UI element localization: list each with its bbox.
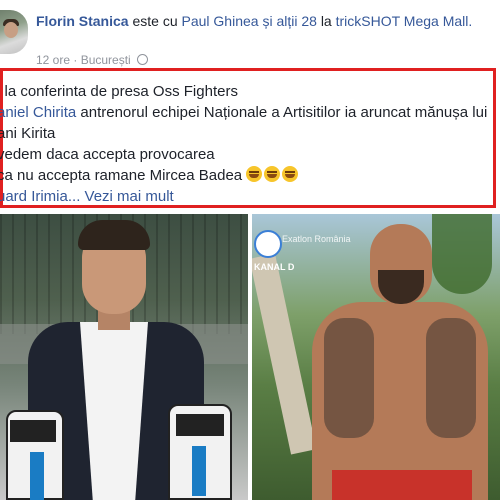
mentioned-person[interactable]: aniel Chirita xyxy=(0,104,76,121)
post-line-2-rest: antrenorul echipei Naționale a Artisitil… xyxy=(76,104,488,121)
tattoo-right xyxy=(426,318,476,438)
at-text: la xyxy=(320,13,332,29)
channel-label: KANAL D xyxy=(254,262,295,272)
palm-leaves xyxy=(432,214,492,294)
post-photos: Exatlon România KANAL D xyxy=(0,214,500,500)
photo-left[interactable] xyxy=(0,214,248,500)
glove-label-right xyxy=(176,414,224,436)
mentioned-person-2[interactable]: uard Irimia xyxy=(0,188,68,205)
post-line-4: vedem daca accepta provocarea xyxy=(0,146,215,163)
photo-right[interactable]: Exatlon România KANAL D xyxy=(252,214,500,500)
globe-icon xyxy=(137,54,149,65)
others-count[interactable]: și alții 28 xyxy=(262,13,316,29)
see-more-link[interactable]: ... Vezi mai mult xyxy=(68,188,174,205)
laughing-emoji-icon xyxy=(264,166,281,182)
post-header: Florin Stanica este cu Paul Ghinea și al… xyxy=(0,0,500,68)
post-text-highlight: i la conferinta de presa Oss Fighters an… xyxy=(0,68,496,208)
palm-trunk xyxy=(252,253,317,455)
avatar-face xyxy=(4,22,18,38)
post-meta: 12 ore · București xyxy=(36,53,149,67)
post-time[interactable]: 12 ore xyxy=(36,53,70,67)
avatar[interactable] xyxy=(0,10,28,54)
man-shorts xyxy=(332,470,472,500)
post-line-5: ca nu accepta ramane Mircea Badea xyxy=(0,165,487,186)
with-text: este cu xyxy=(132,13,178,29)
kanal-d-logo-icon xyxy=(254,230,282,258)
tattoo-left xyxy=(324,318,374,438)
tagged-person[interactable]: Paul Ghinea xyxy=(182,13,259,29)
laughing-emoji-icon xyxy=(282,166,299,182)
place-name[interactable]: trickSHOT Mega Mall. xyxy=(336,13,473,29)
post-text: i la conferinta de presa Oss Fighters an… xyxy=(0,81,487,207)
post-line-6: uard Irimia... Vezi mai mult xyxy=(0,186,487,207)
post-line-5-text: ca nu accepta ramane Mircea Badea xyxy=(0,167,243,184)
author-name[interactable]: Florin Stanica xyxy=(36,13,129,29)
header-line: Florin Stanica este cu Paul Ghinea și al… xyxy=(36,10,496,32)
post-line-1: i la conferinta de presa Oss Fighters xyxy=(0,83,238,100)
post-line-2: aniel Chirita antrenorul echipei Naționa… xyxy=(0,102,487,123)
show-watermark: Exatlon România xyxy=(282,234,351,244)
post-location[interactable]: București xyxy=(81,53,131,67)
laughing-emoji-icon xyxy=(246,166,263,182)
post-line-3: ani Kirita xyxy=(0,125,56,142)
glove-label-left xyxy=(10,420,56,442)
man-hair xyxy=(78,220,150,250)
